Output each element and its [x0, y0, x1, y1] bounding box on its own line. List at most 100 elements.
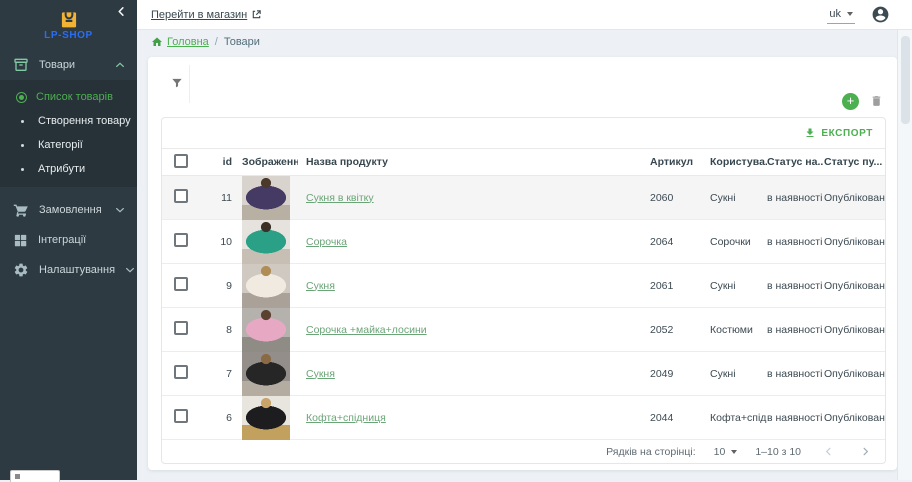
row-id: 8 [206, 324, 236, 336]
column-header-image[interactable]: Зображення [236, 156, 298, 168]
product-photo[interactable] [242, 396, 290, 440]
row-id: 10 [206, 236, 236, 248]
row-stock-status: в наявності [767, 368, 824, 380]
external-link-icon [251, 9, 262, 20]
orders-cart-icon [13, 202, 29, 218]
column-header-sku[interactable]: Артикул [650, 156, 710, 168]
row-category: Сукні [710, 192, 767, 204]
chevron-down-icon [115, 205, 125, 215]
product-photo[interactable] [242, 264, 290, 308]
product-photo[interactable] [242, 352, 290, 396]
account-avatar-icon[interactable] [871, 5, 890, 24]
sidebar-item-label: Товари [39, 59, 105, 71]
row-sku: 2061 [650, 280, 710, 292]
column-header-publish-status[interactable]: Статус пу... [824, 156, 886, 168]
row-checkbox[interactable] [174, 409, 188, 423]
radio-selected-icon [16, 92, 27, 103]
select-all-checkbox[interactable] [174, 154, 188, 168]
row-id: 9 [206, 280, 236, 292]
caret-down-icon [847, 12, 853, 16]
row-stock-status: в наявності [767, 324, 824, 336]
brand-logo[interactable]: LP-SHOP [44, 9, 93, 41]
sidebar-item-label: Інтеграції [38, 234, 125, 246]
row-sku: 2064 [650, 236, 710, 248]
content-panel: + ЕКСПОРТ id Зображення Назва продукту А… [148, 57, 897, 470]
breadcrumb-current: Товари [224, 36, 260, 48]
sidebar-item-categories[interactable]: Категорії [0, 133, 137, 157]
row-sku: 2060 [650, 192, 710, 204]
sidebar-item-label: Список товарів [36, 91, 113, 103]
table-header-row: id Зображення Назва продукту Артикул Кор… [162, 148, 885, 176]
sidebar-item-product-list[interactable]: Список товарів [0, 85, 137, 109]
table-row[interactable]: 7 Сукня 2049 Сукні в наявності Опубліков… [162, 352, 885, 396]
add-product-button[interactable]: + [842, 93, 859, 110]
row-category: Костюми [710, 324, 767, 336]
row-category: Сукні [710, 368, 767, 380]
row-checkbox[interactable] [174, 189, 188, 203]
previous-page-button[interactable] [819, 446, 838, 457]
table-row[interactable]: 6 Кофта+спідниця 2044 Кофта+спідниця в н… [162, 396, 885, 440]
sidebar-item-integrations[interactable]: Інтеграції [0, 225, 137, 255]
sidebar-item-attributes[interactable]: Атрибути [0, 157, 137, 181]
table-row[interactable]: 10 Сорочка 2064 Сорочки в наявності Опуб… [162, 220, 885, 264]
rows-per-page-label: Рядків на сторінці: [606, 446, 695, 458]
row-sku: 2049 [650, 368, 710, 380]
vertical-scrollbar[interactable] [897, 30, 912, 480]
pagination-range: 1–10 з 10 [755, 446, 801, 458]
delete-trash-icon[interactable] [870, 94, 883, 108]
row-id: 6 [206, 412, 236, 424]
sidebar-item-orders[interactable]: Замовлення [0, 195, 137, 225]
row-checkbox[interactable] [174, 277, 188, 291]
bullet-dot-icon [21, 144, 24, 147]
next-page-button[interactable] [856, 446, 875, 457]
filter-funnel-icon[interactable] [170, 76, 184, 90]
breadcrumb-separator: / [215, 36, 218, 48]
scrollbar-thumb[interactable] [901, 36, 910, 124]
table-row[interactable]: 11 Сукня в квітку 2060 Сукні в наявності… [162, 176, 885, 220]
breadcrumb-home-link[interactable]: Головна [151, 36, 209, 48]
row-stock-status: в наявності [767, 280, 824, 292]
products-table-card: ЕКСПОРТ id Зображення Назва продукту Арт… [161, 117, 886, 464]
export-button[interactable]: ЕКСПОРТ [821, 128, 873, 139]
sidebar-item-settings[interactable]: Налаштування [0, 255, 137, 285]
product-name-link[interactable]: Сукня [306, 368, 335, 380]
sidebar-item-products[interactable]: Товари [0, 50, 137, 80]
sidebar: LP-SHOP Товари Список товарів Створення … [0, 0, 137, 480]
row-stock-status: в наявності [767, 236, 824, 248]
caret-down-icon [731, 450, 737, 454]
sidebar-item-label: Створення товару [38, 115, 131, 127]
integrations-icon [13, 233, 28, 248]
language-select[interactable]: uk [827, 6, 855, 24]
row-publish-status: Опубліковано [824, 324, 886, 336]
column-header-name[interactable]: Назва продукту [298, 156, 650, 168]
table-row[interactable]: 9 Сукня 2061 Сукні в наявності Опубліков… [162, 264, 885, 308]
product-name-link[interactable]: Сорочка [306, 236, 347, 248]
go-to-store-link[interactable]: Перейти в магазин [151, 9, 262, 21]
rows-per-page-select[interactable]: 10 [714, 446, 738, 458]
product-name-link[interactable]: Сукня в квітку [306, 192, 374, 204]
bullet-dot-icon [21, 120, 24, 123]
export-bar: ЕКСПОРТ [162, 118, 885, 148]
row-category: Сукні [710, 280, 767, 292]
product-name-link[interactable]: Сорочка +майка+лосини [306, 324, 427, 336]
product-name-link[interactable]: Сукня [306, 280, 335, 292]
column-header-stock-status[interactable]: Статус на... [767, 156, 824, 168]
product-name-link[interactable]: Кофта+спідниця [306, 412, 386, 424]
row-checkbox[interactable] [174, 233, 188, 247]
sidebar-item-label: Замовлення [39, 204, 105, 216]
row-publish-status: Опубліковано [824, 280, 886, 292]
column-header-id[interactable]: id [206, 156, 236, 168]
column-header-category[interactable]: Користува... [710, 156, 767, 168]
product-photo[interactable] [242, 176, 290, 220]
table-row[interactable]: 8 Сорочка +майка+лосини 2052 Костюми в н… [162, 308, 885, 352]
row-checkbox[interactable] [174, 365, 188, 379]
sidebar-item-create-product[interactable]: Створення товару [0, 109, 137, 133]
rows-per-page-value: 10 [714, 446, 726, 458]
row-checkbox[interactable] [174, 321, 188, 335]
products-submenu: Список товарів Створення товару Категорі… [0, 80, 137, 187]
product-photo[interactable] [242, 308, 290, 352]
sidebar-collapse-button[interactable] [116, 6, 127, 17]
main-area: Перейти в магазин uk Головна / Товари [137, 0, 912, 480]
product-photo[interactable] [242, 220, 290, 264]
row-sku: 2052 [650, 324, 710, 336]
